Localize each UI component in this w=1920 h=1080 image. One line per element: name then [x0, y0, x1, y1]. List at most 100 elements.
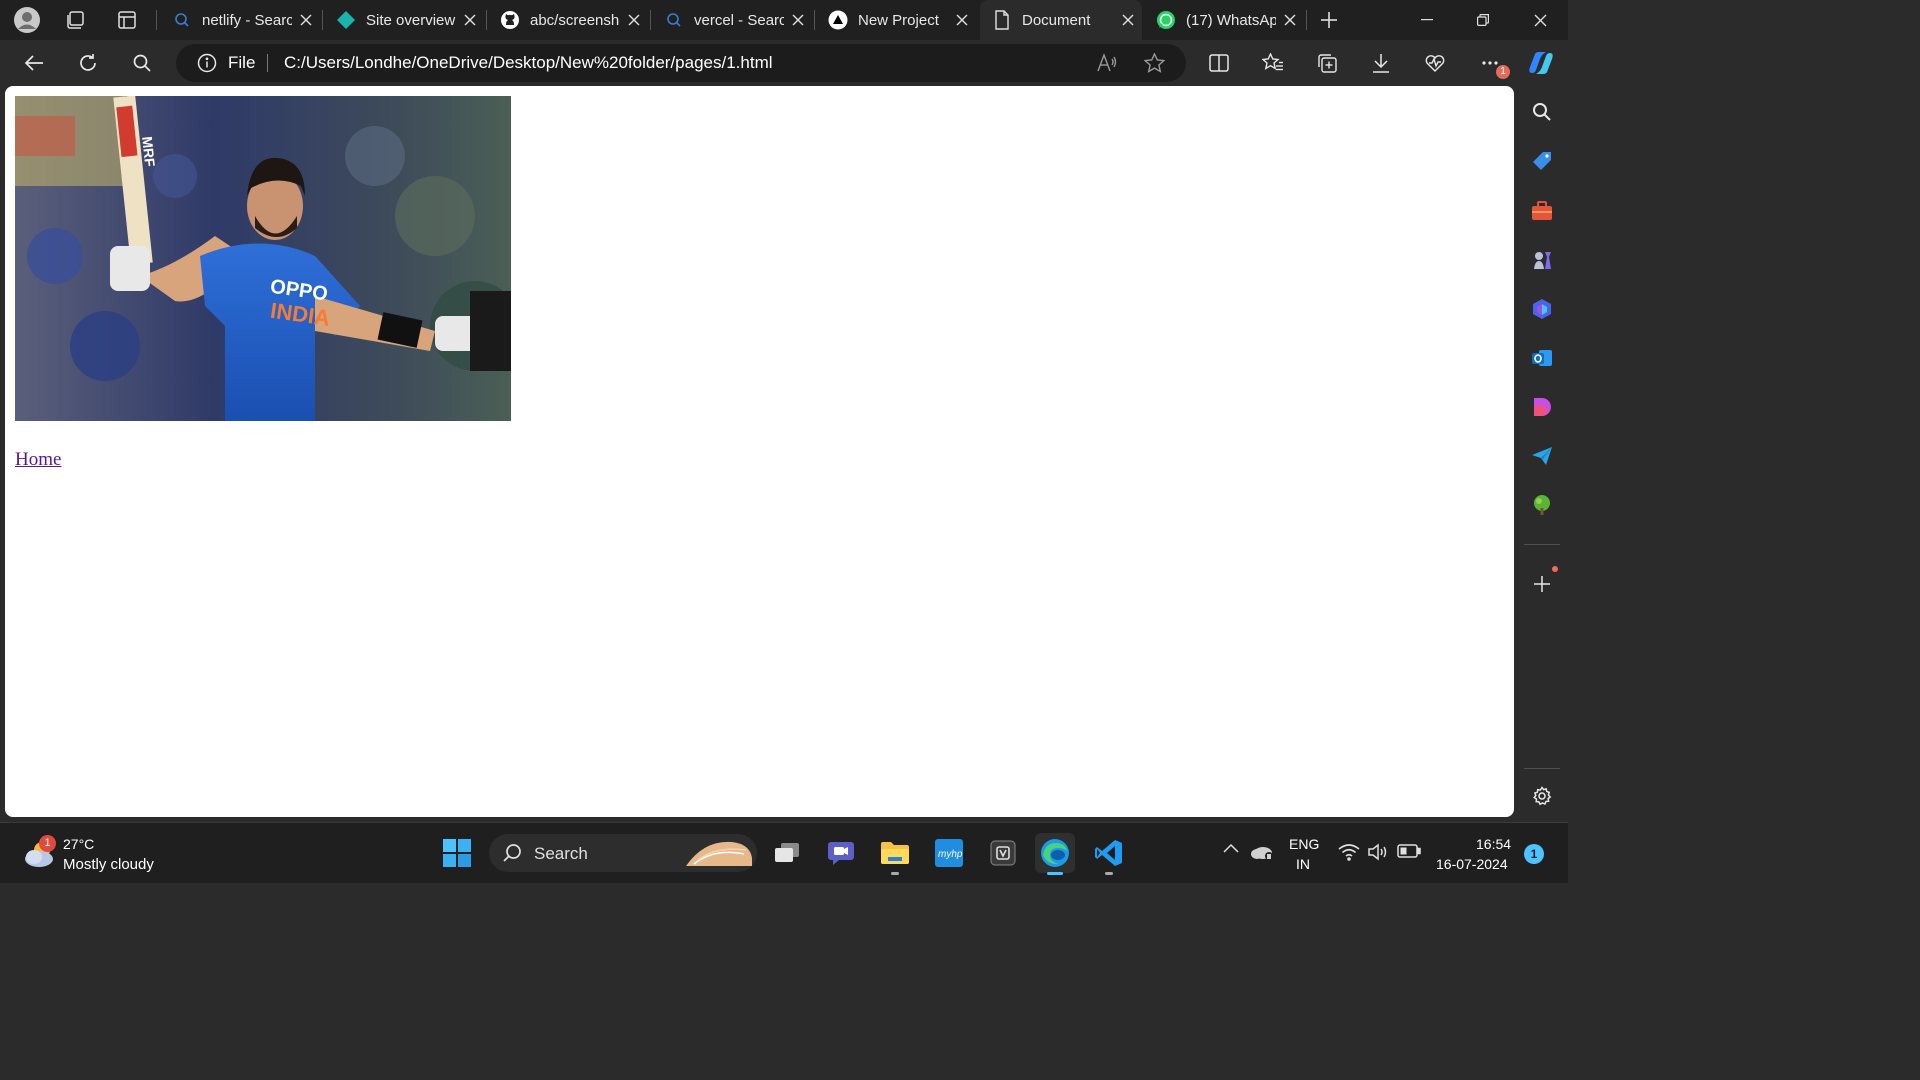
close-tab-icon[interactable] [296, 10, 316, 30]
tab-vercel-search[interactable]: vercel - Search [652, 4, 812, 36]
edge-browser-icon[interactable] [1035, 833, 1075, 875]
weather-badge: 1 [39, 835, 56, 852]
weather-temperature[interactable]: 27°C [63, 836, 94, 852]
search-label: Search [534, 844, 588, 863]
task-view-icon[interactable] [767, 833, 807, 873]
refresh-icon[interactable] [71, 47, 105, 79]
edge-sidebar [1514, 86, 1568, 822]
tab-site-overview[interactable]: Site overview [324, 4, 484, 36]
designer-icon[interactable] [1526, 391, 1558, 423]
outlook-icon[interactable] [1526, 342, 1558, 374]
onedrive-cloud-icon[interactable] [1250, 843, 1274, 861]
shopping-tag-icon[interactable] [1526, 145, 1558, 177]
split-screen-icon[interactable] [1202, 47, 1236, 79]
close-tab-icon[interactable] [460, 10, 480, 30]
document-icon [990, 8, 1014, 32]
copilot-icon[interactable] [1524, 47, 1558, 79]
clock-date[interactable]: 16-07-2024 [1436, 856, 1508, 872]
volume-speaker-icon[interactable] [1367, 843, 1389, 861]
windows-taskbar: 1 27°C Mostly cloudy Search myhp ENG IN … [0, 822, 1568, 883]
tab-title: (17) WhatsApp [1186, 11, 1276, 29]
battery-icon[interactable] [1397, 844, 1421, 858]
close-tab-icon[interactable] [952, 10, 972, 30]
read-aloud-icon[interactable] [1096, 53, 1118, 73]
profile-avatar-icon[interactable] [11, 4, 43, 36]
copilot-sidebar-icon[interactable] [1526, 293, 1558, 325]
tab-document[interactable]: Document [980, 0, 1142, 40]
address-divider [267, 54, 268, 72]
notification-badge: 1 [1496, 65, 1510, 79]
language-code[interactable]: ENG [1289, 836, 1319, 852]
start-windows-icon[interactable] [437, 833, 477, 873]
close-tab-icon[interactable] [1118, 10, 1138, 30]
show-hidden-icons-chevron-up-icon[interactable] [1223, 843, 1239, 853]
weather-cloud-icon[interactable]: 1 [22, 835, 58, 871]
tab-actions-icon[interactable] [111, 4, 143, 36]
tab-divider [156, 10, 157, 30]
tree-icon[interactable] [1526, 489, 1558, 521]
github-icon [498, 8, 522, 32]
send-telegram-icon[interactable] [1526, 440, 1558, 472]
tab-whatsapp[interactable]: (17) WhatsApp [1144, 4, 1304, 36]
clock-time[interactable]: 16:54 [1476, 836, 1511, 852]
favorites-icon[interactable] [1256, 47, 1290, 79]
close-window-button[interactable] [1512, 0, 1568, 40]
running-indicator [1105, 872, 1113, 875]
downloads-icon[interactable] [1364, 47, 1398, 79]
tab-github-screenshots[interactable]: abc/screenshots [488, 4, 648, 36]
running-indicator [891, 872, 899, 875]
tab-title: netlify - Search [202, 11, 292, 29]
close-tab-icon[interactable] [1280, 10, 1300, 30]
tab-title: Document [1022, 11, 1091, 29]
taskbar-search-box[interactable]: Search [489, 834, 757, 872]
svg-text:myhp: myhp [938, 849, 963, 860]
file-explorer-folder-icon[interactable] [875, 833, 915, 875]
myhp-icon[interactable]: myhp [929, 833, 969, 873]
favorite-star-icon[interactable] [1144, 53, 1165, 73]
close-tab-icon[interactable] [624, 10, 644, 30]
tab-new-project[interactable]: New Project [816, 4, 976, 36]
info-icon[interactable] [197, 53, 217, 73]
tools-briefcase-icon[interactable] [1526, 195, 1558, 227]
sidebar-divider [1524, 768, 1560, 769]
vercel-icon [826, 8, 850, 32]
search-highlight-illustration-icon [684, 838, 754, 868]
weather-condition[interactable]: Mostly cloudy [63, 856, 154, 873]
tab-divider [1306, 10, 1307, 30]
tab-netlify-search[interactable]: netlify - Search [160, 4, 320, 36]
sidebar-divider [1524, 544, 1560, 545]
more-options-icon[interactable]: 1 [1474, 47, 1510, 79]
search-icon[interactable] [125, 47, 159, 79]
teams-chat-icon[interactable] [821, 833, 861, 873]
minimize-button[interactable] [1399, 0, 1455, 40]
search-icon [502, 843, 522, 863]
back-arrow-icon[interactable] [17, 47, 51, 79]
home-link[interactable]: Home [15, 449, 61, 471]
file-scheme-label: File [228, 53, 256, 72]
collections-icon[interactable] [1310, 47, 1344, 79]
search-icon [170, 8, 194, 32]
tab-title: abc/screenshots [530, 11, 620, 29]
language-region[interactable]: IN [1296, 856, 1310, 872]
address-bar[interactable]: File C:/Users/Londhe/OneDrive/Desktop/Ne… [176, 44, 1186, 82]
sidebar-search-icon[interactable] [1526, 96, 1558, 128]
new-tab-plus-icon[interactable] [1313, 4, 1345, 36]
url-text[interactable]: C:/Users/Londhe/OneDrive/Desktop/New%20f… [284, 53, 773, 73]
page-viewport: OPPO INDIA MRF Home [5, 86, 1514, 817]
restore-button[interactable] [1455, 0, 1511, 40]
tab-divider [322, 10, 323, 30]
wifi-icon[interactable] [1338, 843, 1360, 861]
games-chess-icon[interactable] [1526, 244, 1558, 276]
tab-divider [650, 10, 651, 30]
app-shield-icon[interactable] [983, 833, 1023, 873]
add-app-plus-icon[interactable] [1526, 566, 1558, 600]
active-app-indicator [1047, 872, 1063, 875]
sidebar-settings-gear-icon[interactable] [1526, 780, 1558, 812]
browser-essentials-icon[interactable] [1418, 47, 1452, 79]
close-tab-icon[interactable] [788, 10, 808, 30]
workspaces-icon[interactable] [59, 4, 91, 36]
notification-center-badge[interactable]: 1 [1524, 844, 1544, 864]
navigation-toolbar: File C:/Users/Londhe/OneDrive/Desktop/Ne… [0, 40, 1568, 86]
tab-divider [814, 10, 815, 30]
vscode-icon[interactable] [1089, 833, 1129, 875]
